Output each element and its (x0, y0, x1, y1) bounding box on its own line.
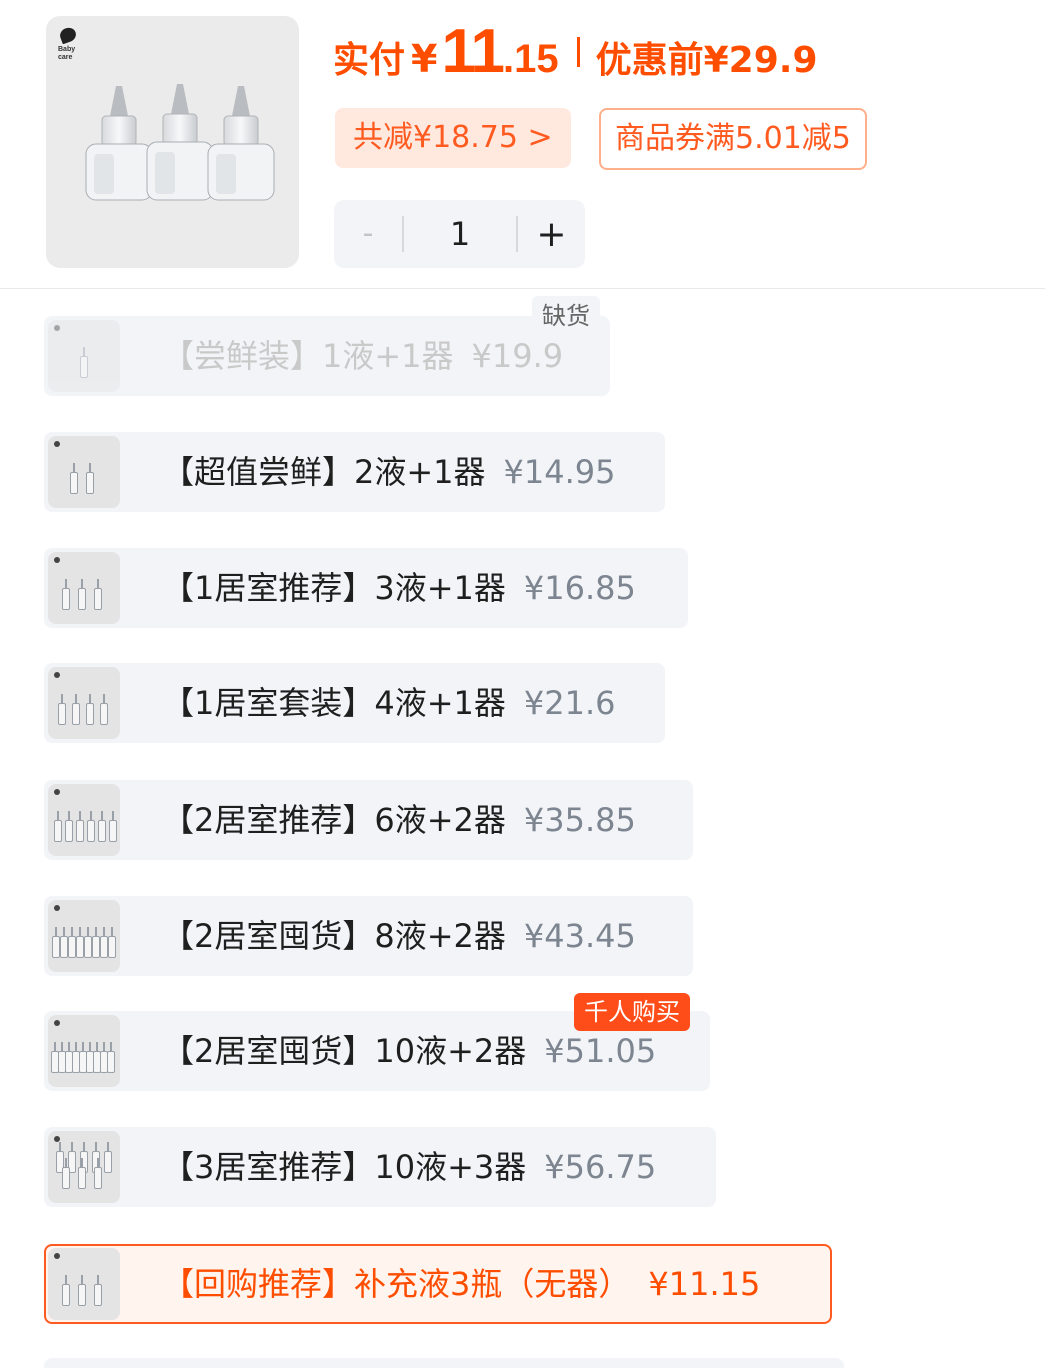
decrease-button[interactable]: - (334, 200, 402, 268)
paid-currency: ¥ (411, 37, 438, 81)
variant-option[interactable]: 【2居室推荐】6液+2器 ¥35.85 (44, 780, 693, 860)
section-divider (0, 288, 1045, 289)
variant-thumbnail (48, 1248, 120, 1320)
total-reduction-badge[interactable]: 共减¥18.75 > (335, 108, 571, 168)
variant-option[interactable]: 【1居室套装】4液+1器 ¥21.6 (44, 663, 665, 743)
popular-tag: 千人购买 (574, 993, 690, 1031)
variant-option-partial[interactable] (44, 1358, 844, 1368)
variant-name: 【超值尝鲜】2液+1器 (162, 453, 486, 491)
variant-thumbnail (48, 1015, 120, 1087)
variant-thumbnail (48, 1131, 120, 1203)
variant-name: 【2居室囤货】8液+2器 (162, 917, 506, 955)
variant-price: ¥43.45 (523, 917, 636, 955)
price-before-discount: 优惠前¥29.9 (595, 40, 818, 81)
variant-option[interactable]: 【超值尝鲜】2液+1器 ¥14.95 (44, 432, 665, 512)
variant-name: 【3居室推荐】10液+3器 (162, 1148, 527, 1186)
quantity-value[interactable]: 1 (404, 200, 516, 268)
coupon-badge: 商品券满5.01减5 (599, 108, 867, 170)
paid-label: 实付 (333, 40, 406, 81)
variant-thumbnail (48, 552, 120, 624)
variant-thumbnail (48, 784, 120, 856)
variant-price: ¥56.75 (544, 1148, 657, 1186)
variant-thumbnail (48, 436, 120, 508)
variant-thumbnail (48, 900, 120, 972)
variant-price: ¥51.05 (544, 1032, 657, 1070)
variant-name: 【2居室推荐】6液+2器 (162, 801, 506, 839)
variant-option[interactable]: 【1居室推荐】3液+1器 ¥16.85 (44, 548, 688, 628)
price-summary: 实付 ¥ 11 .15 优惠前¥29.9 (333, 16, 818, 88)
variant-price: ¥11.15 (648, 1265, 761, 1303)
variant-name: 【回购推荐】补充液3瓶（无器） (162, 1265, 631, 1303)
variant-option[interactable]: 【2居室囤货】8液+2器 ¥43.45 (44, 896, 693, 976)
refill-bottles-image (85, 84, 275, 201)
variant-option[interactable]: 【尝鲜装】1液+1器 ¥19.9 (44, 316, 610, 396)
paid-price-dec: .15 (503, 37, 559, 81)
price-separator (576, 37, 580, 67)
variant-option-selected[interactable]: 【回购推荐】补充液3瓶（无器） ¥11.15 (44, 1244, 832, 1324)
product-main-image[interactable]: Baby care (46, 16, 299, 268)
variant-price: ¥19.9 (471, 337, 564, 375)
variant-price: ¥35.85 (523, 801, 636, 839)
variant-price: ¥14.95 (503, 453, 616, 491)
variant-option[interactable]: 【3居室推荐】10液+3器 ¥56.75 (44, 1127, 716, 1207)
paid-price-int: 11 (441, 17, 505, 86)
variant-thumbnail (48, 320, 120, 392)
variant-name: 【2居室囤货】10液+2器 (162, 1032, 527, 1070)
variant-price: ¥16.85 (523, 569, 636, 607)
variant-price: ¥21.6 (523, 684, 616, 722)
variant-name: 【1居室推荐】3液+1器 (162, 569, 506, 607)
increase-button[interactable]: + (518, 200, 585, 268)
out-of-stock-tag: 缺货 (532, 296, 600, 336)
quantity-stepper: - 1 + (334, 200, 585, 268)
variant-name: 【尝鲜装】1液+1器 (162, 337, 454, 375)
variant-name: 【1居室套装】4液+1器 (162, 684, 506, 722)
variant-thumbnail (48, 667, 120, 739)
